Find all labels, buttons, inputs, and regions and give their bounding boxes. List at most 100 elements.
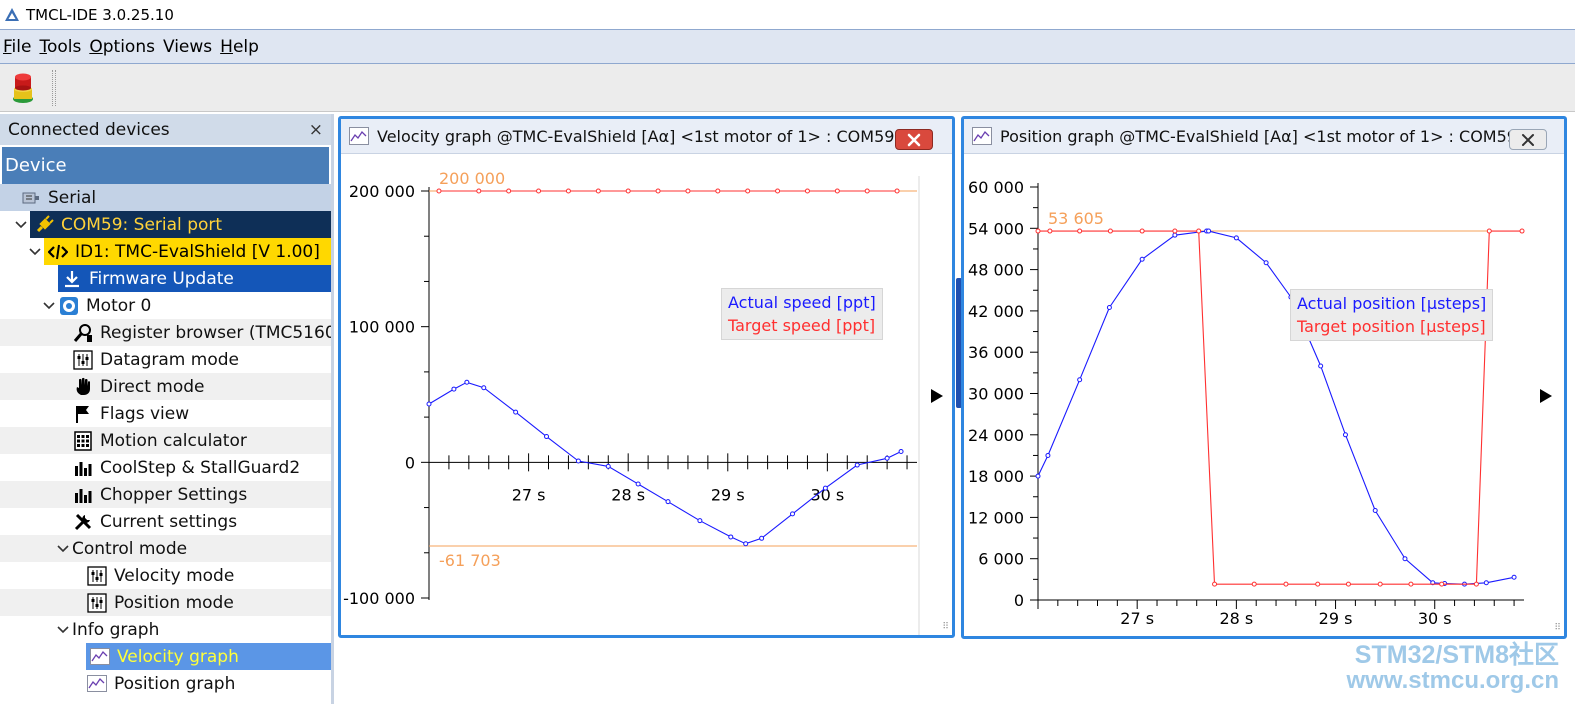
tools-icon [72, 512, 94, 532]
tree-item-label: Motor 0 [86, 295, 152, 316]
data-point [1283, 581, 1289, 587]
play-arrow-icon[interactable] [931, 389, 943, 403]
tree-item-content: Datagram mode [72, 346, 239, 373]
data-point [1486, 228, 1492, 234]
y-tick-label: 54 000 [968, 219, 1024, 238]
position-graph-titlebar: Position graph @TMC-EvalShield [Aα] <1st… [964, 119, 1564, 154]
data-point [464, 379, 470, 385]
bar-chart-icon [72, 458, 94, 478]
chevron-down-icon[interactable] [42, 299, 56, 313]
menu-options[interactable]: Options [89, 37, 155, 57]
panel-close-icon[interactable]: × [309, 120, 323, 140]
chevron-down-icon[interactable] [28, 245, 42, 259]
tree-item-content: Flags view [72, 400, 189, 427]
tree-item-firmware-update[interactable]: Firmware Update [0, 265, 331, 292]
data-point [685, 188, 691, 194]
tree-item-label: Velocity graph [117, 646, 239, 667]
data-point [1045, 452, 1051, 458]
tree-item-position-graph[interactable]: Position graph [0, 670, 331, 697]
menu-help[interactable]: Help [220, 37, 259, 57]
bar-chart-icon [72, 485, 94, 505]
tree-item-motor-0[interactable]: Motor 0 [0, 292, 331, 319]
velocity-graph-titlebar: Velocity graph @TMC-EvalShield [Aα] <1st… [341, 119, 952, 154]
panel-header: Connected devices × [0, 114, 331, 145]
sliders-icon [86, 565, 108, 586]
tree-item-label: Chopper Settings [100, 484, 248, 505]
data-point [898, 448, 904, 454]
tree-item-motion-calculator[interactable]: Motion calculator [0, 427, 331, 454]
play-arrow-icon[interactable] [1540, 389, 1552, 403]
x-tick-label: 29 s [711, 485, 745, 504]
position-plot[interactable]: 60 000 54 000 48 000 42 000 36 000 30 000 24 0… [964, 155, 1564, 636]
tree-item-com59-serial-port[interactable]: COM59: Serial port [0, 211, 331, 238]
tree-item-velocity-mode[interactable]: Velocity mode [0, 562, 331, 589]
y-tick-label: 100 000 [349, 318, 415, 337]
chevron-down-icon[interactable] [14, 218, 28, 232]
data-point [1473, 581, 1479, 587]
tree-item-serial[interactable]: Serial [0, 184, 331, 211]
toolbar-separator [52, 70, 56, 106]
watermark-line2: www.stmcu.org.cn [1346, 667, 1559, 694]
tree-item-label: Datagram mode [100, 349, 239, 370]
data-point [1345, 581, 1351, 587]
velocity-plot[interactable]: 200 000100 0000-100 00027 s 28 s 29 s 30 s2… [341, 155, 952, 635]
tree-item-label: Info graph [72, 619, 160, 640]
close-icon [1522, 133, 1534, 146]
tree-item-id1-tmc-evalshield-v-1-00[interactable]: ID1: TMC-EvalShield [V 1.00] [0, 238, 331, 265]
data-point [1315, 581, 1321, 587]
position-close-button[interactable] [1509, 129, 1547, 150]
data-point [1511, 574, 1517, 580]
tree-item-chopper-settings[interactable]: Chopper Settings [0, 481, 331, 508]
tree-item-datagram-mode[interactable]: Datagram mode [0, 346, 331, 373]
data-point [864, 188, 870, 194]
tree-item-control-mode[interactable]: Control mode [0, 535, 331, 562]
tree-item-flags-view[interactable]: Flags view [0, 400, 331, 427]
tree-item-coolstep-stallguard2[interactable]: CoolStep & StallGuard2 [0, 454, 331, 481]
chevron-down-icon[interactable] [56, 623, 70, 637]
menu-tools[interactable]: Tools [39, 37, 81, 57]
emergency-stop-icon[interactable] [10, 72, 36, 104]
chevron-down-icon[interactable] [56, 542, 70, 556]
sliders-icon [72, 349, 94, 370]
data-point [476, 188, 482, 194]
data-point [1077, 377, 1083, 383]
flag-icon [72, 404, 94, 424]
resize-grip-icon[interactable]: ⠿ [942, 622, 949, 632]
y-tick-label: 0 [1014, 591, 1024, 610]
data-point [1106, 304, 1112, 310]
data-point [565, 188, 571, 194]
tree-item-direct-mode[interactable]: Direct mode [0, 373, 331, 400]
resize-grip-icon[interactable]: ⠿ [1554, 623, 1561, 633]
tree-item-register-browser-tmc5160[interactable]: Register browser (TMC5160) [0, 319, 331, 346]
series-line-actual [1037, 230, 1515, 585]
menu-label-rest: ools [46, 36, 82, 57]
data-point [1263, 260, 1269, 266]
menu-views[interactable]: Views [163, 37, 212, 57]
tree-item-info-graph[interactable]: Info graph [0, 616, 331, 643]
velocity-close-button[interactable] [895, 129, 933, 150]
data-point [1172, 232, 1178, 238]
window-title: TMCL-IDE 3.0.25.10 [26, 5, 174, 24]
data-point [1519, 228, 1525, 234]
x-tick-label: 27 s [512, 485, 546, 504]
serial-icon [20, 188, 42, 208]
plug-icon [33, 214, 55, 235]
data-point [481, 385, 487, 391]
tree-item-content: Position graph [86, 670, 235, 697]
watermark-line1: STM32/STM8社区 [1354, 641, 1559, 669]
tree-item-current-settings[interactable]: Current settings [0, 508, 331, 535]
menu-file[interactable]: File [3, 37, 31, 57]
y-tick-label: 48 000 [968, 261, 1024, 280]
hand-icon [72, 377, 94, 397]
data-point [759, 535, 765, 541]
data-point [536, 188, 542, 194]
device-column-header[interactable]: Device [2, 147, 329, 184]
legend-actual-speed: Actual speed [ppt] [728, 293, 876, 312]
tree-item-velocity-graph[interactable]: Velocity graph [0, 643, 331, 670]
data-point [1035, 473, 1041, 479]
tree-item-label: Control mode [72, 538, 188, 559]
connected-devices-panel: Connected devices × Device Serial COM59: … [0, 114, 334, 704]
data-point [1372, 508, 1378, 514]
data-point [1107, 228, 1113, 234]
tree-item-position-mode[interactable]: Position mode [0, 589, 331, 616]
